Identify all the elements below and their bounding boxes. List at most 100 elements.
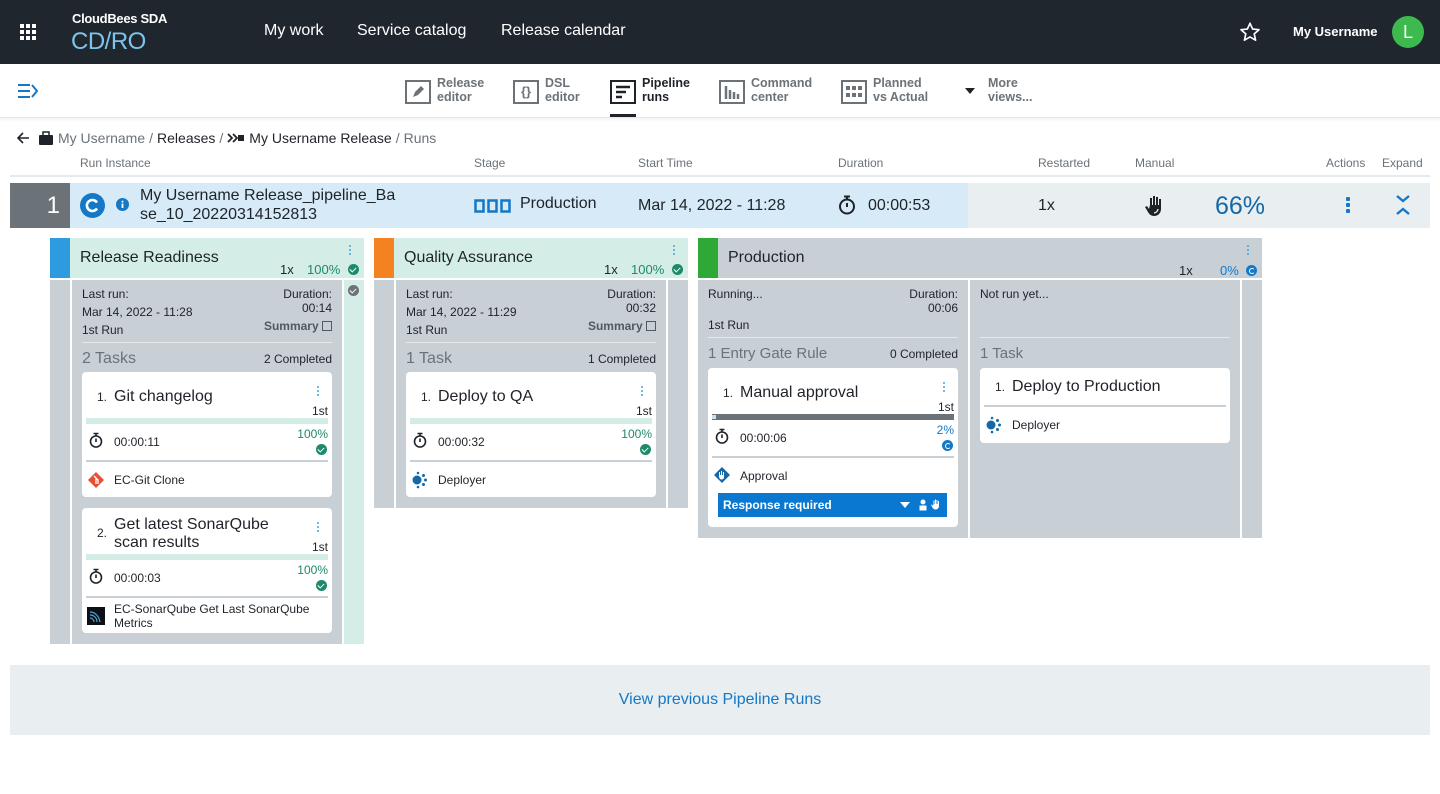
last-run-time: Mar 14, 2022 - 11:29 (406, 305, 517, 319)
header-run-instance: Run Instance (80, 156, 151, 170)
bar-chart-icon (719, 80, 745, 104)
deployer-icon (411, 471, 429, 489)
header-actions: Actions (1326, 156, 1365, 170)
brand-name: CloudBees SDA (72, 11, 167, 26)
stage-side-strip (1242, 280, 1262, 538)
run-index: 1 (10, 183, 70, 228)
task-name: Manual approval (740, 384, 858, 402)
duration-label: Duration: (607, 287, 656, 301)
approval-icon (713, 466, 731, 484)
task-progress-bar (712, 414, 954, 420)
git-icon (87, 471, 105, 489)
task-ordinal: 1st (938, 400, 954, 414)
summary-icon (322, 321, 332, 331)
stage-progress: 0% (1220, 263, 1239, 278)
stage-side-strip (344, 280, 364, 644)
stage-kebab-icon[interactable] (1246, 245, 1250, 257)
task-kebab-icon[interactable] (316, 386, 320, 398)
top-bar: CloudBees SDA CD/RO My work Service cata… (0, 0, 1440, 64)
view-more-views[interactable]: Moreviews... (963, 76, 1032, 116)
stage-title: Production (728, 249, 805, 267)
stage-header[interactable]: Quality Assurance 1x 100% (374, 238, 688, 278)
stage-kebab-icon[interactable] (672, 245, 676, 257)
nav-my-work[interactable]: My work (264, 22, 324, 40)
divider (980, 337, 1230, 338)
task-card[interactable]: 1. Manual approval 1st 00:00:06 2% Appro… (708, 368, 958, 527)
stage-header[interactable]: Production 1x 0% (698, 238, 1262, 278)
stage-title: Release Readiness (80, 249, 219, 267)
nav-service-catalog[interactable]: Service catalog (357, 22, 466, 40)
task-duration: 00:00:03 (114, 571, 161, 585)
view-release-editor[interactable]: Releaseeditor (405, 76, 484, 116)
nav-release-calendar[interactable]: Release calendar (501, 22, 626, 40)
task-plugin: Approval (740, 469, 787, 483)
username[interactable]: My Username (1293, 24, 1378, 39)
stage-kebab-icon[interactable] (348, 245, 352, 257)
menu-toggle-icon[interactable] (18, 83, 38, 99)
hand-icon[interactable] (1145, 194, 1167, 218)
task-card[interactable]: 2. Get latest SonarQubescan results 1st … (82, 508, 332, 633)
last-run-label: Last run: (82, 287, 129, 301)
actions-kebab-icon[interactable] (1346, 197, 1350, 209)
collapse-icon[interactable] (1395, 194, 1411, 216)
stage-side (374, 280, 394, 508)
task-card[interactable]: 1. Deploy to Production Deployer (980, 368, 1230, 443)
pipeline-runs-icon (610, 80, 636, 104)
stage-header[interactable]: Release Readiness 1x 100% (50, 238, 364, 278)
app-grid-icon[interactable] (20, 24, 36, 40)
divider (708, 337, 958, 338)
view-dsl-editor[interactable]: {} DSLeditor (513, 76, 580, 116)
view-pipeline-runs[interactable]: Pipelineruns (610, 76, 690, 116)
task-kebab-icon[interactable] (316, 522, 320, 534)
task-card[interactable]: 1. Deploy to QA 1st 00:00:32 100% Deploy… (406, 372, 656, 497)
task-number: 1. (995, 380, 1005, 394)
run-name[interactable]: My Username Release_pipeline_Base_10_202… (140, 186, 395, 224)
sonarqube-icon (87, 607, 105, 625)
gate-state: Running... (708, 287, 763, 301)
run-progress: 66% (1215, 192, 1265, 221)
back-arrow-icon[interactable] (16, 131, 30, 145)
entry-gate-column: Running... Duration: 00:06 1st Run 1 Ent… (698, 280, 968, 538)
tasks-completed: 1 Completed (588, 352, 656, 366)
summary-link[interactable]: Summary (588, 319, 656, 333)
deployer-icon (985, 416, 1003, 434)
task-kebab-icon[interactable] (942, 382, 946, 394)
stage-duration: 00:14 (302, 301, 332, 315)
tasks-column: Not run yet... 1 Task 1. Deploy to Produ… (970, 280, 1240, 538)
breadcrumb-user[interactable]: My Username (58, 130, 145, 146)
star-icon[interactable] (1239, 21, 1261, 43)
task-progress: 100% (297, 563, 328, 577)
task-number: 1. (97, 390, 107, 404)
task-kebab-icon[interactable] (640, 386, 644, 398)
view-label: Planned (873, 76, 928, 90)
view-planned-vs-actual[interactable]: Plannedvs Actual (841, 76, 928, 116)
check-icon (348, 264, 359, 275)
breadcrumb-release[interactable]: My Username Release (249, 130, 391, 146)
task-progress: 100% (621, 427, 652, 441)
task-progress: 2% (937, 423, 954, 437)
view-command-center[interactable]: Commandcenter (719, 76, 812, 116)
header-manual: Manual (1135, 156, 1174, 170)
task-name: Deploy to Production (1012, 378, 1161, 396)
info-icon[interactable] (116, 198, 129, 211)
gate-completed: 0 Completed (890, 347, 958, 361)
view-previous-runs-button[interactable]: View previous Pipeline Runs (10, 665, 1430, 735)
response-required-dropdown[interactable]: Response required (718, 493, 947, 517)
run-start-time: Mar 14, 2022 - 11:28 (638, 197, 785, 215)
summary-link[interactable]: Summary (264, 319, 332, 333)
task-card[interactable]: 1. Git changelog 1st 00:00:11 100% EC-Gi… (82, 372, 332, 497)
tasks-count: 2 Tasks (82, 350, 136, 368)
last-run-time: Mar 14, 2022 - 11:28 (82, 305, 193, 319)
run-ordinal: 1st Run (82, 323, 123, 337)
divider (410, 460, 652, 462)
avatar[interactable]: L (1392, 16, 1424, 48)
breadcrumb-releases[interactable]: Releases (157, 130, 215, 146)
caret-down-icon (963, 80, 977, 104)
table-row[interactable]: 1 My Username Release_pipeline_Base_10_2… (10, 183, 1430, 228)
view-label: center (751, 90, 812, 104)
caret-down-icon (900, 502, 910, 508)
stage-restarts: 1x (1179, 263, 1193, 278)
task-duration: 00:00:06 (740, 431, 787, 445)
view-label: runs (642, 90, 690, 104)
brand-product[interactable]: CD/RO (71, 28, 146, 56)
